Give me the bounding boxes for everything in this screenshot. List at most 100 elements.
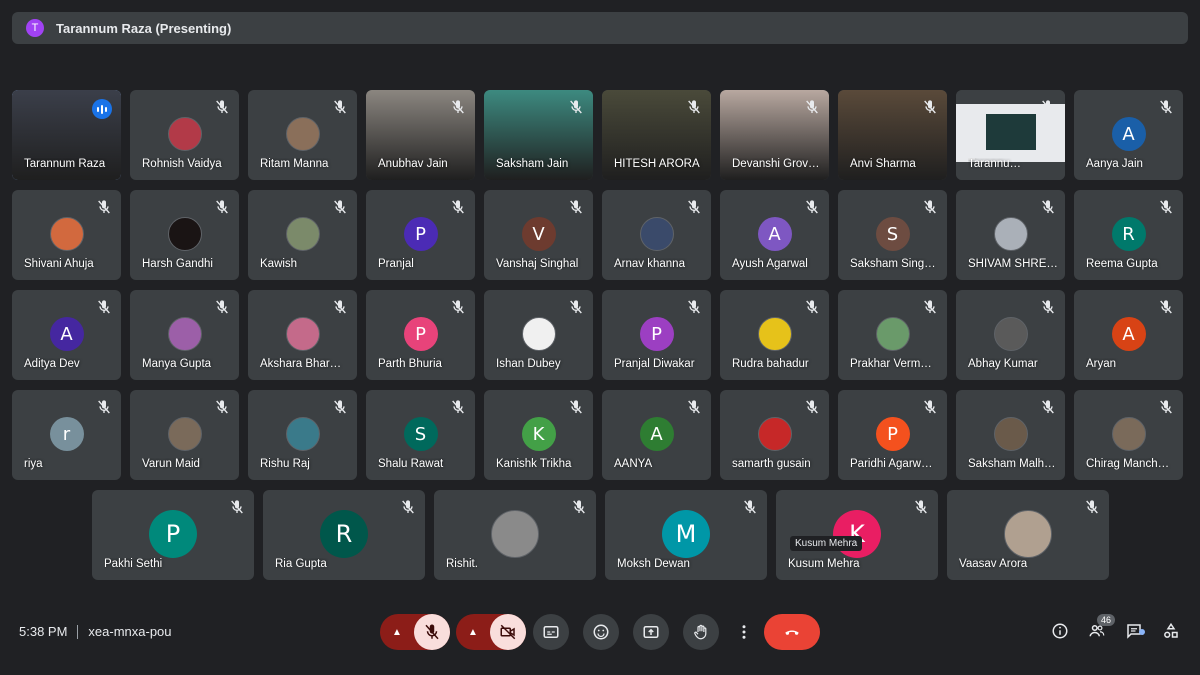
participant-tile[interactable]: A Aditya Dev <box>12 290 121 380</box>
participant-tile[interactable]: R Reema Gupta <box>1074 190 1183 280</box>
participant-tile[interactable]: Kawish <box>248 190 357 280</box>
participant-tile[interactable]: Anvi Sharma <box>838 90 947 180</box>
mic-muted-icon <box>400 499 416 515</box>
participant-tile[interactable]: samarth gusain <box>720 390 829 480</box>
participant-name: Vanshaj Singhal <box>496 258 579 270</box>
presenter-label: Tarannum Raza (Presenting) <box>56 20 232 36</box>
participant-row: Shivani Ahuja Harsh Gandhi Kawish P Pranjal V… <box>12 190 1183 280</box>
participant-name: Rishu Raj <box>260 458 310 470</box>
mic-muted-icon <box>1084 499 1100 515</box>
participant-tile[interactable]: Akshara Bhar… <box>248 290 357 380</box>
present-screen-icon <box>643 626 659 638</box>
present-button[interactable] <box>633 614 669 650</box>
participant-tile[interactable]: Varun Maid <box>130 390 239 480</box>
participant-photo <box>167 117 202 151</box>
participant-name: Anubhav Jain <box>378 158 448 170</box>
participant-name: Reema Gupta <box>1086 258 1158 270</box>
participant-tile[interactable]: K Kanishk Trikha <box>484 390 593 480</box>
reactions-button[interactable] <box>583 614 619 650</box>
participant-tile[interactable]: r riya <box>12 390 121 480</box>
participant-photo <box>993 417 1028 451</box>
leave-call-button[interactable] <box>764 614 820 650</box>
mic-muted-icon <box>229 499 245 515</box>
participant-tile[interactable]: A Aryan <box>1074 290 1183 380</box>
participant-tile[interactable]: Rudra bahadur <box>720 290 829 380</box>
raise-hand-button[interactable] <box>683 614 719 650</box>
participant-avatar: P <box>875 417 910 451</box>
captions-button[interactable] <box>533 614 569 650</box>
participant-tile[interactable]: K Kusum Mehra <box>776 490 938 580</box>
participant-photo <box>491 510 539 558</box>
participant-tile[interactable]: Tarannu… <box>956 90 1065 180</box>
participant-tile[interactable]: Rishu Raj <box>248 390 357 480</box>
participant-tile[interactable]: Ritam Manna <box>248 90 357 180</box>
mic-muted-icon <box>913 499 929 515</box>
camera-toggle-button[interactable] <box>490 614 526 650</box>
participant-tile[interactable]: Tarannum Raza <box>12 90 121 180</box>
participant-tile[interactable]: P Pranjal Diwakar <box>602 290 711 380</box>
participant-tile[interactable]: V Vanshaj Singhal <box>484 190 593 280</box>
participant-name: Ritam Manna <box>260 158 329 170</box>
participant-avatar: r <box>49 417 84 451</box>
participant-name: Rudra bahadur <box>732 358 809 370</box>
participant-photo <box>49 217 84 251</box>
participant-tile[interactable]: Manya Gupta <box>130 290 239 380</box>
participant-tile[interactable]: Rishit. <box>434 490 596 580</box>
participant-tile[interactable]: Vaasav Arora <box>947 490 1109 580</box>
mic-toggle-button[interactable] <box>414 614 450 650</box>
mic-options-chevron-icon[interactable]: ▲ <box>380 627 414 638</box>
participant-name: Ria Gupta <box>275 558 327 570</box>
more-options-button[interactable] <box>733 614 755 650</box>
participant-tile[interactable]: Harsh Gandhi <box>130 190 239 280</box>
participant-name: Parth Bhuria <box>378 358 442 370</box>
camera-options-chevron-icon[interactable]: ▲ <box>456 627 490 638</box>
participant-name: samarth gusain <box>732 458 811 470</box>
presenter-banner[interactable]: T Tarannum Raza (Presenting) <box>12 12 1188 44</box>
mic-off-icon <box>425 624 439 640</box>
participant-avatar: R <box>320 510 368 558</box>
participant-tile[interactable]: Abhay Kumar <box>956 290 1065 380</box>
participant-avatar: P <box>149 510 197 558</box>
participant-tile[interactable]: HITESH ARORA <box>602 90 711 180</box>
mic-muted-icon <box>804 199 820 215</box>
participant-tile[interactable]: Saksham Malh… <box>956 390 1065 480</box>
participant-tile[interactable]: P Pakhi Sethi <box>92 490 254 580</box>
participant-tile[interactable]: Ishan Dubey <box>484 290 593 380</box>
participant-tile[interactable]: Arnav khanna <box>602 190 711 280</box>
mic-muted-icon <box>804 399 820 415</box>
participant-tile[interactable]: P Parth Bhuria <box>366 290 475 380</box>
participant-name: Rohnish Vaidya <box>142 158 222 170</box>
participant-tile[interactable]: S Saksham Sing… <box>838 190 947 280</box>
meeting-details-button[interactable] <box>1050 621 1070 641</box>
participant-tile[interactable]: P Pranjal <box>366 190 475 280</box>
activities-button[interactable] <box>1161 621 1181 641</box>
participant-name: Moksh Dewan <box>617 558 690 570</box>
participant-photo <box>285 217 320 251</box>
participant-tile[interactable]: P Paridhi Agarw… <box>838 390 947 480</box>
participant-tile[interactable]: Chirag Manch… <box>1074 390 1183 480</box>
participant-name: Paridhi Agarw… <box>850 458 933 470</box>
participant-tile[interactable]: Devanshi Grov… <box>720 90 829 180</box>
participant-tile[interactable]: A Aanya Jain <box>1074 90 1183 180</box>
participant-tile[interactable]: Anubhav Jain <box>366 90 475 180</box>
participant-tile[interactable]: Saksham Jain <box>484 90 593 180</box>
presenter-avatar: T <box>26 19 44 37</box>
participant-tile[interactable]: S Shalu Rawat <box>366 390 475 480</box>
mic-muted-icon <box>571 499 587 515</box>
participant-photo <box>285 417 320 451</box>
participant-tile[interactable]: SHIVAM SHRE… <box>956 190 1065 280</box>
participant-name: Prakhar Verm… <box>850 358 932 370</box>
participant-photo <box>285 317 320 351</box>
participant-avatar: A <box>639 417 674 451</box>
participant-tile[interactable]: M Moksh Dewan <box>605 490 767 580</box>
participant-tile[interactable]: Shivani Ahuja <box>12 190 121 280</box>
participant-name: Arnav khanna <box>614 258 685 270</box>
participant-tile[interactable]: R Ria Gupta <box>263 490 425 580</box>
participant-tile[interactable]: A Ayush Agarwal <box>720 190 829 280</box>
participant-avatar: P <box>403 317 438 351</box>
mic-muted-icon <box>450 199 466 215</box>
participant-tile[interactable]: Prakhar Verm… <box>838 290 947 380</box>
participant-tile[interactable]: A AANYA <box>602 390 711 480</box>
participant-avatar: S <box>875 217 910 251</box>
participant-tile[interactable]: Rohnish Vaidya <box>130 90 239 180</box>
